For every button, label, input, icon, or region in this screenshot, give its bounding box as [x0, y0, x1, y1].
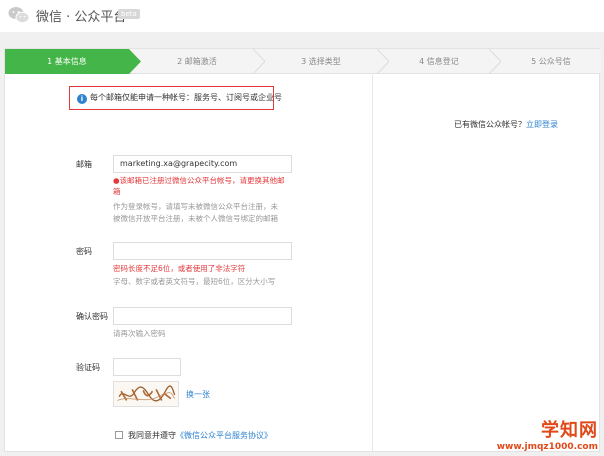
top-header: 微信 · 公众平台 beta: [0, 0, 604, 32]
captcha-label: 验证码: [76, 363, 100, 372]
agree-text: 我同意并遵守: [128, 431, 176, 440]
email-error-line2: 箱: [113, 187, 121, 196]
step-arrow-icon: [253, 49, 265, 74]
agree-checkbox[interactable]: [115, 431, 123, 439]
step-basic-info: 1 基本信息: [5, 49, 129, 74]
step-email-activation: 2 邮箱激活: [177, 57, 217, 66]
wechat-logo-icon: [8, 7, 30, 24]
info-icon: i: [77, 94, 87, 104]
email-hint-line1: 作为登录帐号，请填写未被微信公众平台注册，未: [113, 202, 278, 211]
step-arrow-icon: [489, 49, 501, 74]
step-progress-bar: 1 基本信息 2 邮箱激活 3 选择类型 4 信息登记 5 公众号信: [5, 49, 601, 74]
step-info-registration: 4 信息登记: [419, 57, 459, 66]
agreement-row: 我同意并遵守《微信公众平台服务协议》: [115, 430, 272, 441]
registration-panel: 1 基本信息 2 邮箱激活 3 选择类型 4 信息登记 5 公众号信 i 每个邮箱…: [4, 48, 601, 452]
email-label: 邮箱: [76, 160, 92, 169]
password-label: 密码: [76, 247, 92, 256]
confirm-password-label: 确认密码: [76, 312, 108, 321]
step-arrow-icon: [377, 49, 389, 74]
password-field[interactable]: [113, 242, 292, 260]
service-agreement-link[interactable]: 《微信公众平台服务协议》: [176, 431, 272, 440]
beta-badge: beta: [118, 9, 140, 19]
email-error-line1: ●该邮箱已注册过微信公众平台帐号，请更换其他邮: [113, 176, 285, 185]
watermark-url: www.jmqz1000.com: [496, 442, 598, 452]
account-type-tip: i 每个邮箱仅能申请一种帐号：服务号、订阅号或企业号: [69, 86, 282, 110]
tip-text: 每个邮箱仅能申请一种帐号：服务号、订阅号或企业号: [90, 93, 282, 102]
captcha-image[interactable]: [113, 381, 179, 407]
confirm-password-hint: 请再次输入密码: [113, 329, 166, 338]
login-link[interactable]: 立即登录: [526, 120, 558, 129]
change-captcha-link[interactable]: 换一张: [186, 389, 210, 400]
step-account-info: 5 公众号信: [531, 57, 571, 66]
watermark-title: 学知网: [541, 420, 598, 441]
email-hint-line2: 被微信开放平台注册，未被个人微信号绑定的邮箱: [113, 214, 278, 223]
step-select-type: 3 选择类型: [301, 57, 341, 66]
step-arrow-icon: [129, 49, 141, 74]
existing-account-text: 已有微信公众帐号？: [454, 120, 526, 129]
password-hint: 字母、数字或者英文符号，最短6位，区分大小写: [113, 277, 276, 286]
site-watermark: 学知网 www.jmqz1000.com: [497, 416, 598, 452]
platform-title: 微信 · 公众平台: [36, 10, 127, 25]
email-field[interactable]: marketing.xa@grapecity.com: [113, 155, 292, 173]
captcha-field[interactable]: [113, 358, 181, 376]
confirm-password-field[interactable]: [113, 307, 292, 325]
existing-account-prompt: 已有微信公众帐号？立即登录: [454, 119, 558, 130]
password-error: 密码长度不足6位，或者使用了非法字符: [113, 264, 246, 273]
